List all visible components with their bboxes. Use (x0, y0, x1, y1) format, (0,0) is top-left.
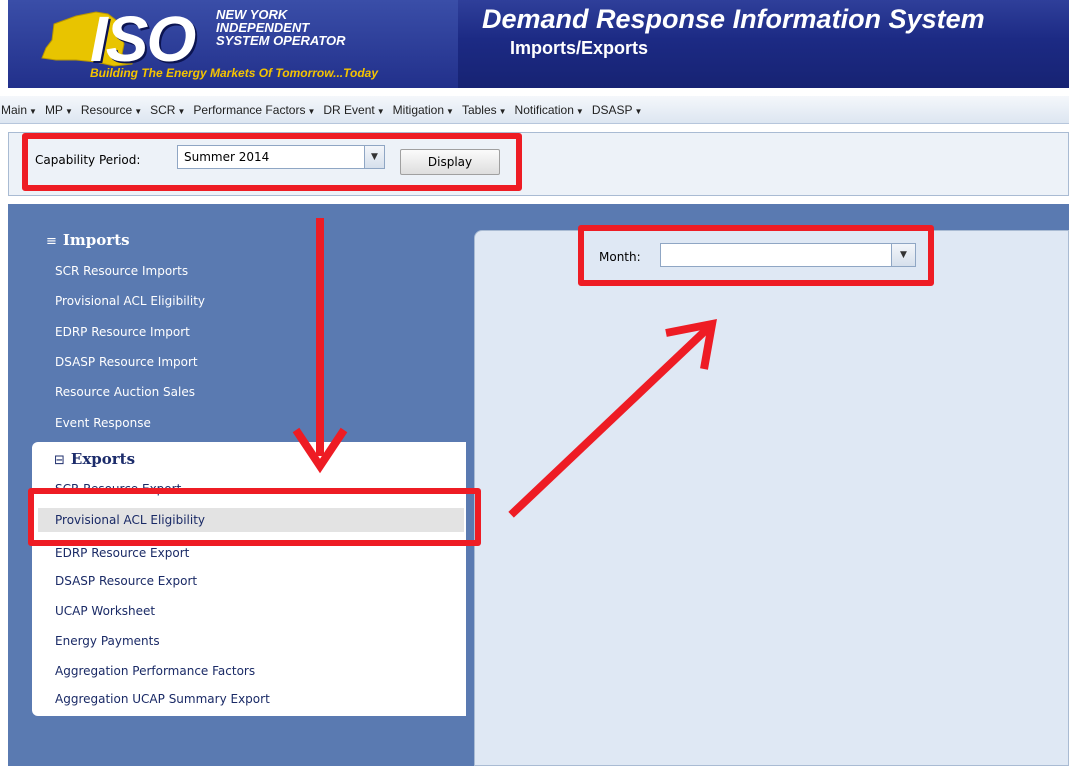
imports-section-header[interactable]: ≡ Imports (46, 231, 130, 249)
capability-toolbar (8, 132, 1069, 196)
page-subtitle: Imports/Exports (510, 38, 649, 58)
month-label: Month: (599, 250, 641, 264)
caret-down-icon: ▼ (134, 106, 143, 116)
app-header: ISO NEW YORK INDEPENDENT SYSTEM OPERATOR… (8, 0, 1069, 88)
sidebar-item-dsasp-resource-export[interactable]: DSASP Resource Export (55, 574, 197, 588)
imports-title: Imports (62, 231, 130, 249)
logo-org-name: NEW YORK INDEPENDENT SYSTEM OPERATOR (216, 8, 346, 47)
menu-label: Tables (461, 102, 497, 117)
menu-dr-event[interactable]: DR Event ▼ (323, 103, 384, 117)
exports-title: Exports (70, 450, 136, 468)
sidebar-item-dsasp-resource-import[interactable]: DSASP Resource Import (55, 355, 198, 369)
caret-down-icon: ▼ (29, 106, 37, 116)
capability-period-select[interactable]: Summer 2014 ▼ (177, 145, 385, 169)
sidebar-item-resource-auction-sales[interactable]: Resource Auction Sales (55, 385, 195, 399)
logo-org-line: SYSTEM OPERATOR (216, 33, 346, 48)
menu-label: DSASP (591, 102, 633, 117)
capability-period-label: Capability Period: (35, 153, 141, 167)
menu-mitigation[interactable]: Mitigation ▼ (393, 103, 454, 117)
menu-tables[interactable]: Tables ▼ (462, 103, 507, 117)
menu-label: Resource (80, 102, 133, 117)
caret-down-icon: ▼ (498, 106, 507, 116)
menu-label: Notification (514, 102, 574, 117)
caret-down-icon: ▼ (634, 106, 643, 116)
exports-section-header[interactable]: ⊟ Exports (54, 450, 135, 468)
sidebar-divider-strip (8, 204, 1069, 222)
menu-mp[interactable]: MP ▼ (45, 103, 73, 117)
display-button[interactable]: Display (400, 149, 500, 175)
nyiso-logo: ISO NEW YORK INDEPENDENT SYSTEM OPERATOR… (8, 0, 458, 88)
sidebar-item-edrp-resource-import[interactable]: EDRP Resource Import (55, 325, 190, 339)
chevron-down-icon[interactable]: ▼ (891, 244, 915, 266)
menu-label: Main (1, 102, 28, 117)
sidebar-item-scr-resource-export[interactable]: SCR Resource Export (55, 482, 181, 496)
export-form-panel (474, 230, 1069, 766)
exports-panel: ⊟ Exports SCR Resource Export Provisional… (32, 442, 466, 716)
sidebar-item-scr-resource-imports[interactable]: SCR Resource Imports (55, 264, 188, 278)
menu-scr[interactable]: SCR ▼ (150, 103, 185, 117)
menu-label: Performance Factors (193, 102, 306, 117)
caret-down-icon: ▼ (575, 106, 584, 116)
logo-wordmark: ISO (90, 3, 196, 75)
caret-down-icon: ▼ (64, 106, 73, 116)
capability-period-value: Summer 2014 (184, 150, 270, 164)
caret-down-icon: ▼ (376, 106, 385, 116)
app-title: Demand Response Information System (482, 4, 985, 34)
menu-performance-factors[interactable]: Performance Factors ▼ (193, 103, 315, 117)
menu-label: DR Event (323, 102, 375, 117)
caret-down-icon: ▼ (177, 106, 186, 116)
menu-dsasp[interactable]: DSASP ▼ (592, 103, 643, 117)
caret-down-icon: ▼ (307, 106, 316, 116)
sidebar-item-energy-payments[interactable]: Energy Payments (55, 634, 160, 648)
main-menubar: Main ▼ MP ▼ Resource ▼ SCR ▼ Performance Fac… (0, 96, 1069, 124)
sidebar-item-ucap-worksheet[interactable]: UCAP Worksheet (55, 604, 155, 618)
logo-tagline: Building The Energy Markets Of Tomorrow.… (90, 66, 379, 80)
sidebar-item-event-response[interactable]: Event Response (55, 416, 151, 430)
month-select[interactable]: ▼ (660, 243, 916, 267)
menu-main[interactable]: Main ▼ (1, 103, 37, 117)
sidebar-item-aggregation-ucap-summary-export[interactable]: Aggregation UCAP Summary Export (55, 692, 270, 706)
menu-resource[interactable]: Resource ▼ (81, 103, 142, 117)
menu-label: MP (44, 102, 63, 117)
collapse-square-icon[interactable]: ≡ (46, 234, 57, 249)
sidebar-item-aggregation-performance-factors[interactable]: Aggregation Performance Factors (55, 664, 255, 678)
sidebar-item-provisional-acl-eligibility-export[interactable]: Provisional ACL Eligibility (38, 508, 464, 532)
sidebar-item-edrp-resource-export[interactable]: EDRP Resource Export (55, 546, 189, 560)
sidebar-item-provisional-acl-eligibility-import[interactable]: Provisional ACL Eligibility (55, 294, 205, 308)
chevron-down-icon[interactable]: ▼ (364, 146, 384, 168)
collapse-square-icon[interactable]: ⊟ (54, 453, 65, 468)
caret-down-icon: ▼ (446, 106, 454, 116)
menu-label: Mitigation (392, 102, 445, 117)
menu-label: SCR (150, 102, 176, 117)
menu-notification[interactable]: Notification ▼ (515, 103, 584, 117)
